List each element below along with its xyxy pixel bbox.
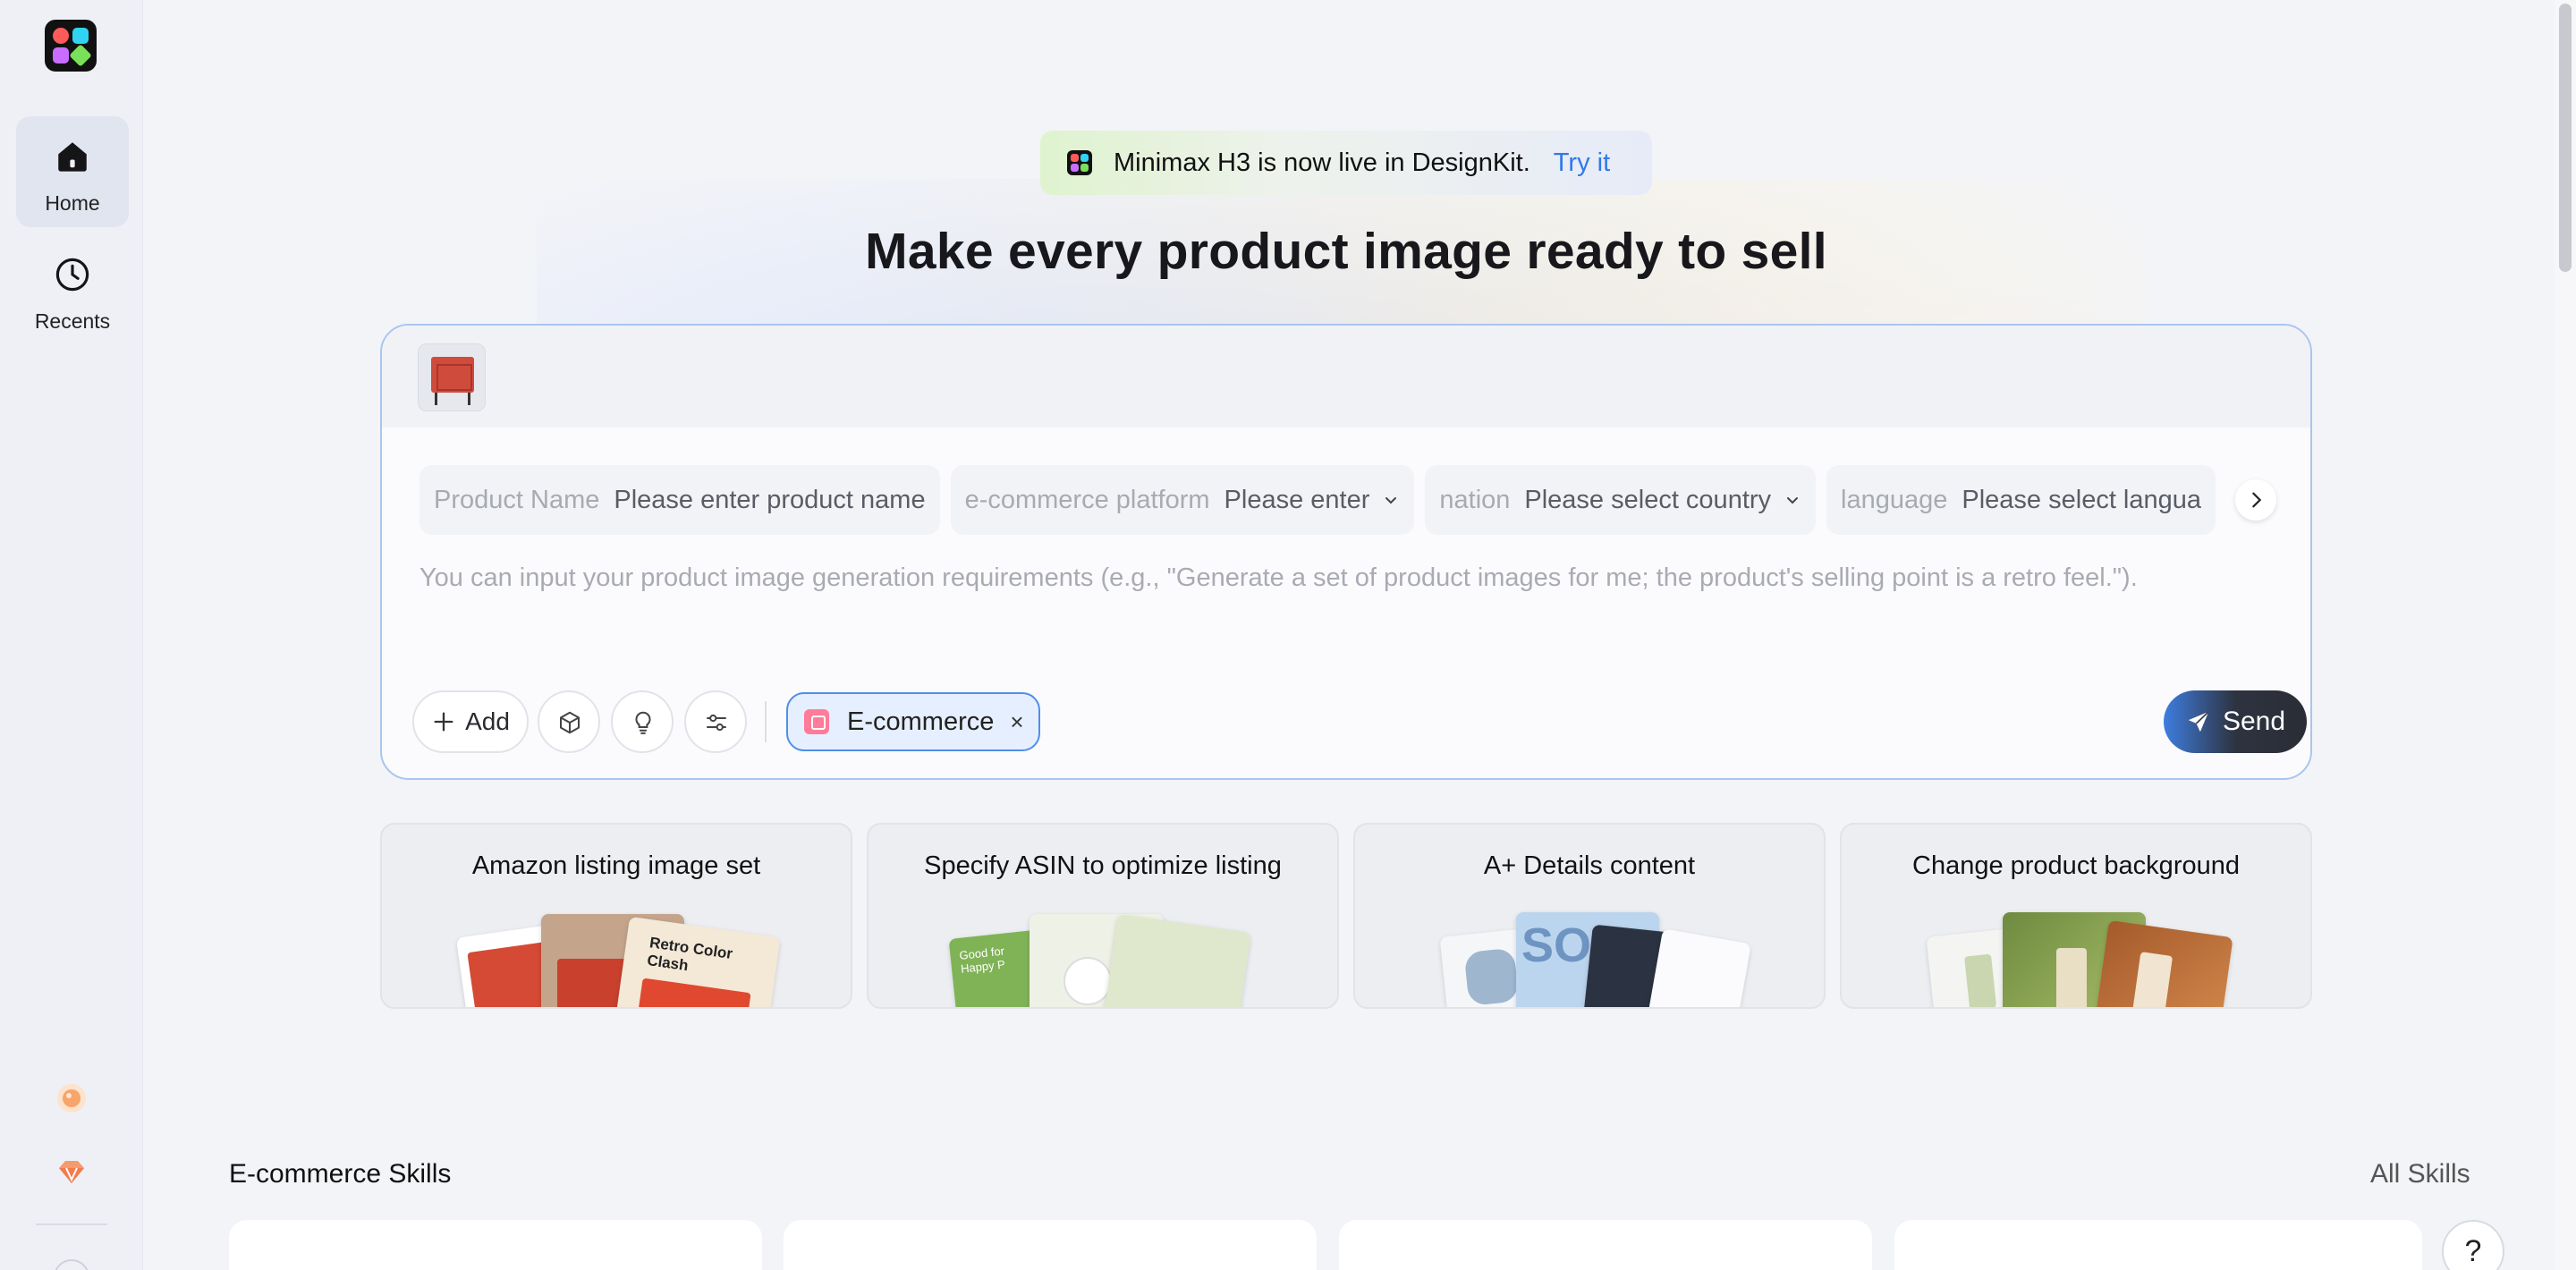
- card-a-plus-details[interactable]: A+ Details content SO: [1353, 823, 1826, 1009]
- nation-select[interactable]: nation Please select country: [1425, 465, 1817, 535]
- prompt-composer: Product Name Please enter product name e…: [380, 324, 2312, 780]
- designkit-logo-icon: [1067, 150, 1092, 175]
- product-3d-button[interactable]: [538, 690, 600, 753]
- section-title-skills: E-commerce Skills: [229, 1159, 452, 1189]
- card-illustration: SO: [1436, 910, 1751, 1007]
- coin-icon[interactable]: [55, 1082, 88, 1114]
- card-illustration: Retro Color Clash: [455, 910, 781, 1007]
- sidebar-item-home[interactable]: Home: [16, 116, 129, 227]
- fields-scroll-right-button[interactable]: [2235, 479, 2276, 521]
- card-specify-asin[interactable]: Specify ASIN to optimize listing Good fo…: [867, 823, 1339, 1009]
- ecommerce-icon: [804, 709, 829, 734]
- help-button[interactable]: ?: [2442, 1220, 2504, 1270]
- language-select[interactable]: language Please select langua: [1826, 465, 2216, 535]
- toolbar-divider: [765, 701, 767, 742]
- chevron-right-icon: [2252, 492, 2262, 508]
- send-button[interactable]: Send: [2164, 690, 2307, 753]
- requirements-textarea[interactable]: You can input your product image generat…: [419, 563, 2138, 593]
- ecommerce-platform-select[interactable]: e-commerce platform Please enter: [950, 465, 1415, 535]
- skill-card[interactable]: [1339, 1220, 1872, 1270]
- product-name-field[interactable]: Product Name Please enter product name: [419, 465, 940, 535]
- ecommerce-mode-chip[interactable]: E-commerce ×: [786, 692, 1040, 751]
- card-title: Amazon listing image set: [471, 851, 761, 880]
- product-fields: Product Name Please enter product name e…: [419, 465, 2275, 535]
- chevron-down-icon: [1385, 497, 1397, 504]
- sidebar-divider: [36, 1223, 107, 1225]
- send-icon: [2188, 711, 2209, 732]
- product-thumbnail[interactable]: [418, 343, 486, 411]
- composer-toolbar: Add E-commerce × Send: [412, 690, 2307, 753]
- lightbulb-icon: [635, 711, 651, 734]
- announcement-banner[interactable]: Minimax H3 is now live in DesignKit. Try…: [1040, 131, 1652, 195]
- page-scrollbar[interactable]: [2555, 0, 2576, 1270]
- inspiration-button[interactable]: [611, 690, 674, 753]
- card-illustration: [1922, 910, 2233, 1007]
- chevron-down-icon: [1787, 497, 1799, 504]
- settings-sliders-button[interactable]: [684, 690, 747, 753]
- plus-icon: [434, 712, 453, 732]
- cube-icon: [560, 711, 580, 734]
- card-change-background[interactable]: Change product background: [1840, 823, 2312, 1009]
- card-illustration: Good for Happy P: [948, 910, 1260, 1007]
- skill-card[interactable]: [784, 1220, 1317, 1270]
- add-button[interactable]: Add: [412, 690, 529, 753]
- app-logo[interactable]: [45, 20, 97, 72]
- card-amazon-listing[interactable]: Amazon listing image set Retro Color Cla…: [380, 823, 852, 1009]
- skill-card[interactable]: [229, 1220, 762, 1270]
- card-title: Change product background: [1912, 851, 2240, 880]
- diamond-icon[interactable]: [55, 1156, 88, 1188]
- attachment-bar: [382, 326, 2310, 428]
- skill-card[interactable]: [1894, 1220, 2422, 1270]
- try-it-link[interactable]: Try it: [1554, 148, 1610, 178]
- close-icon[interactable]: ×: [1010, 708, 1023, 736]
- sidebar-item-label: Recents: [34, 309, 111, 333]
- scrollbar-thumb[interactable]: [2559, 4, 2572, 272]
- sliders-icon: [707, 714, 726, 732]
- sidebar: Home Recents: [0, 0, 143, 1270]
- announcement-text: Minimax H3 is now live in DesignKit.: [1114, 148, 1530, 177]
- card-art-text: Retro Color Clash: [646, 934, 734, 975]
- card-title: A+ Details content: [1483, 851, 1696, 880]
- avatar[interactable]: [54, 1259, 89, 1270]
- page-title: Make every product image ready to sell: [865, 223, 1827, 280]
- sidebar-item-label: Home: [45, 191, 100, 215]
- card-title: Specify ASIN to optimize listing: [924, 851, 1282, 880]
- all-skills-link[interactable]: All Skills: [2370, 1159, 2470, 1190]
- home-icon: [58, 142, 87, 172]
